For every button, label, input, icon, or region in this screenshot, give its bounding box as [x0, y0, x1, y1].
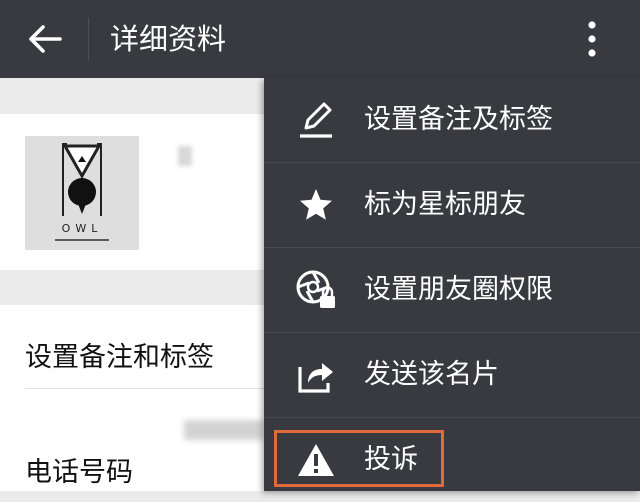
star-icon [292, 181, 340, 229]
more-button[interactable] [570, 14, 614, 64]
warning-icon [292, 436, 340, 484]
owl-logo-image: OWL [25, 136, 139, 250]
more-vertical-icon [588, 21, 596, 57]
avatar[interactable]: OWL [25, 136, 139, 250]
menu-item-label: 投诉 [364, 444, 418, 475]
header-divider [88, 18, 89, 60]
pencil-icon [292, 96, 340, 144]
menu-item-label: 标为星标朋友 [364, 189, 526, 220]
menu-item-send-card[interactable]: 发送该名片 [264, 333, 640, 417]
overflow-menu: 设置备注及标签 标为星标朋友 设置朋友圈权限 发送该名片 投诉 [264, 78, 640, 491]
menu-item-report[interactable]: 投诉 [264, 418, 640, 502]
arrow-left-icon [29, 25, 62, 53]
menu-item-moments-permission[interactable]: 设置朋友圈权限 [264, 248, 640, 332]
top-bar: 详细资料 [0, 0, 640, 78]
menu-item-label: 设置备注及标签 [364, 104, 553, 135]
moments-lock-icon [292, 266, 340, 314]
menu-item-star-friend[interactable]: 标为星标朋友 [264, 163, 640, 247]
back-button[interactable] [20, 14, 70, 64]
blurred-phone-number [184, 420, 264, 440]
page-title: 详细资料 [110, 22, 227, 56]
svg-text:OWL: OWL [62, 222, 103, 235]
phone-label: 电话号码 [25, 457, 133, 488]
menu-item-label: 设置朋友圈权限 [364, 274, 553, 305]
blurred-name [178, 146, 192, 166]
menu-item-label: 发送该名片 [364, 359, 499, 390]
share-icon [292, 351, 340, 399]
menu-item-set-remark[interactable]: 设置备注及标签 [264, 78, 640, 162]
set-remark-label: 设置备注和标签 [25, 342, 214, 373]
